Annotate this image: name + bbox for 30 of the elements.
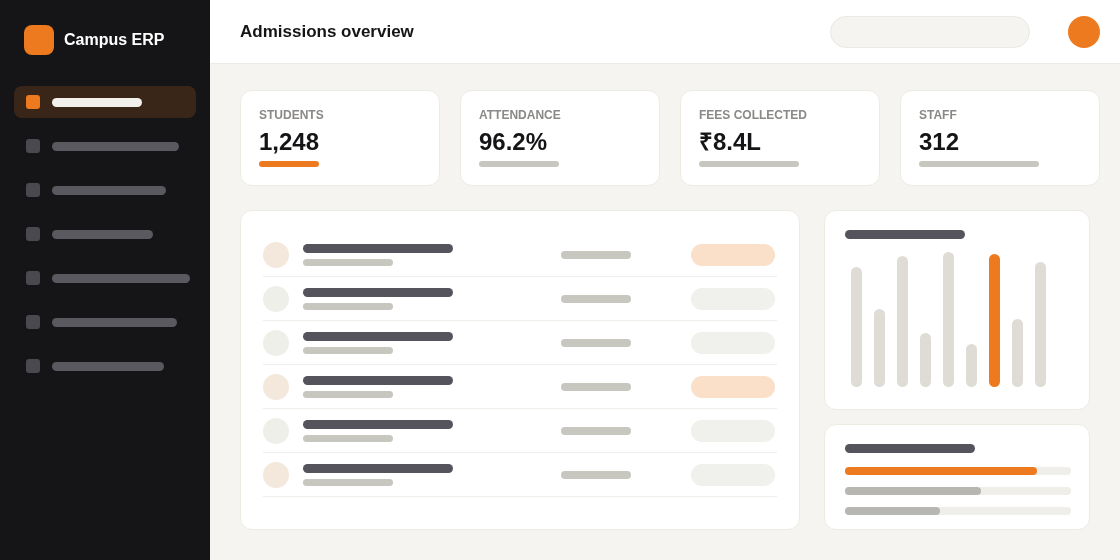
search-field[interactable] xyxy=(830,15,1030,48)
text-placeholder xyxy=(561,294,631,303)
nav-icon xyxy=(26,139,40,153)
logo-icon xyxy=(24,25,54,55)
stat-value: 312 xyxy=(919,128,960,156)
nav-icon xyxy=(26,183,40,197)
nav-icon xyxy=(26,95,40,109)
nav-icon xyxy=(26,271,40,285)
nav-icon xyxy=(26,315,40,329)
text-placeholder xyxy=(561,338,631,347)
text-placeholder xyxy=(561,426,631,435)
stat-label: ATTENDANCE xyxy=(479,108,561,122)
stat-value: 1,248 xyxy=(259,128,320,156)
text-placeholder xyxy=(561,470,631,479)
app-name: Campus ERP xyxy=(64,30,165,50)
avatar-icon[interactable] xyxy=(1068,15,1100,48)
nav-icon xyxy=(26,359,40,373)
stat-value: 96.2% xyxy=(479,128,548,156)
nav-item[interactable] xyxy=(14,86,196,118)
nav-icon xyxy=(26,227,40,241)
stat-label: STUDENTS xyxy=(259,108,324,122)
chart-bar xyxy=(966,344,977,387)
text-placeholder xyxy=(561,250,631,259)
chart-bar xyxy=(1012,319,1023,387)
stat-label: FEES COLLECTED xyxy=(699,108,807,122)
text-placeholder xyxy=(561,382,631,391)
chart-bar xyxy=(920,333,931,387)
stat-value: ₹8.4L xyxy=(699,128,762,156)
stat-label: STAFF xyxy=(919,108,957,122)
page-title: Admissions overview xyxy=(240,20,415,43)
